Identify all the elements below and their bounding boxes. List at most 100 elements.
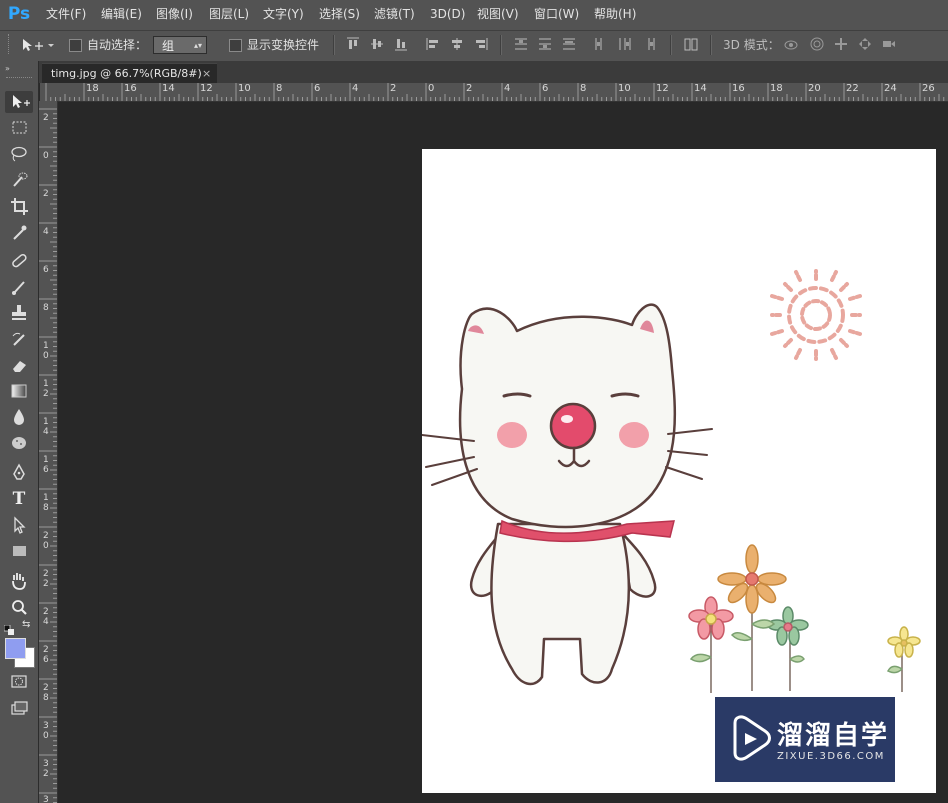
menu-layer[interactable]: 图层(L) [209, 0, 249, 28]
move-tool-preset-picker[interactable] [20, 36, 60, 54]
lasso-icon [11, 146, 27, 162]
flowers-drawing [688, 544, 921, 693]
3d-rotate-icon[interactable] [784, 37, 802, 51]
auto-select-dropdown[interactable]: 组 ▴▾ [153, 36, 207, 54]
3d-roll-icon[interactable] [810, 37, 828, 51]
auto-align-layers-icon[interactable] [684, 37, 698, 51]
history-brush-tool[interactable] [5, 328, 33, 350]
3d-mode-label: 3D 模式： [723, 38, 780, 52]
cat-drawing [458, 303, 677, 686]
options-separator [710, 35, 712, 55]
ruler-label: 34 [43, 795, 49, 803]
align-vcenter-icon[interactable] [370, 37, 384, 51]
shape-tool[interactable] [5, 540, 33, 562]
menu-image[interactable]: 图像(I) [156, 0, 193, 28]
document-tab[interactable]: timg.jpg @ 66.7%(RGB/8#) × [42, 63, 217, 84]
zoom-tool[interactable] [5, 596, 33, 618]
clone-stamp-tool[interactable] [5, 302, 33, 324]
align-hcenter-icon[interactable] [450, 37, 464, 51]
3d-scale-icon[interactable] [882, 37, 900, 51]
ruler-label: 10 [238, 83, 251, 94]
dodge-tool[interactable] [5, 432, 33, 454]
align-top-icon[interactable] [346, 37, 360, 51]
distribute-bottom-icon[interactable] [562, 37, 576, 51]
menu-help[interactable]: 帮助(H) [594, 0, 636, 28]
auto-select-checkbox[interactable] [69, 39, 82, 52]
ruler-vertical[interactable]: 2 0 2 4 6 8 10 12 14 16 18 20 22 24 26 2… [39, 101, 58, 803]
pen-tool[interactable] [5, 462, 33, 484]
distribute-top-icon[interactable] [514, 37, 528, 51]
distribute-vcenter-icon[interactable] [538, 37, 552, 51]
document-canvas[interactable]: 溜溜自学 ZIXUE.3D66.COM [422, 149, 936, 793]
gradient-tool[interactable] [5, 380, 33, 402]
menu-window[interactable]: 窗口(W) [534, 0, 579, 28]
menu-select[interactable]: 选择(S) [319, 0, 360, 28]
screen-mode-button[interactable] [5, 697, 33, 719]
menu-file[interactable]: 文件(F) [46, 0, 86, 28]
ruler-label: 28 [43, 683, 49, 703]
eraser-tool[interactable] [5, 354, 33, 376]
menu-view[interactable]: 视图(V) [477, 0, 519, 28]
ruler-label: 4 [504, 83, 511, 94]
crop-icon [11, 198, 28, 215]
ruler-label: 6 [314, 83, 321, 94]
default-colors-icon[interactable] [3, 620, 14, 635]
ruler-label: 18 [43, 493, 49, 513]
distribute-right-icon[interactable] [642, 37, 656, 51]
auto-select-label: 自动选择： [87, 38, 148, 52]
show-transform-checkbox[interactable] [229, 39, 242, 52]
menu-filter[interactable]: 滤镜(T) [374, 0, 415, 28]
align-bottom-icon[interactable] [394, 37, 408, 51]
ruler-label: 8 [43, 303, 49, 313]
ruler-label: 20 [808, 83, 821, 94]
ruler-horizontal[interactable]: 18 16 14 12 10 8 6 4 2 0 2 4 6 8 10 12 1… [40, 83, 948, 102]
quick-mask-button[interactable] [5, 671, 33, 693]
ruler-label: 2 [466, 83, 473, 94]
3d-pan-icon[interactable] [834, 37, 852, 51]
align-left-icon[interactable] [426, 37, 440, 51]
ruler-label: 18 [86, 83, 99, 94]
ruler-label: 10 [43, 341, 49, 361]
ruler-label: 0 [428, 83, 435, 94]
healing-brush-tool[interactable] [5, 250, 33, 272]
lasso-tool[interactable] [5, 143, 33, 165]
blur-tool[interactable] [5, 406, 33, 428]
ruler-label: 8 [276, 83, 283, 94]
menu-3d[interactable]: 3D(D) [430, 0, 465, 28]
foreground-color-swatch[interactable] [5, 638, 26, 659]
menu-edit[interactable]: 编辑(E) [101, 0, 142, 28]
ruler-label: 26 [43, 645, 49, 665]
distribute-left-icon[interactable] [594, 37, 608, 51]
distribute-hcenter-icon[interactable] [618, 37, 632, 51]
ruler-label: 0 [43, 151, 49, 161]
options-grip[interactable] [8, 34, 15, 54]
ruler-label: 4 [43, 227, 49, 237]
rectangle-icon [13, 546, 26, 556]
3d-slide-icon[interactable] [858, 37, 876, 51]
panel-grip[interactable] [6, 77, 32, 80]
ruler-label: 16 [124, 83, 137, 94]
brush-tool[interactable] [5, 276, 33, 298]
ruler-label: 30 [43, 721, 49, 741]
hand-tool[interactable] [5, 570, 33, 592]
path-selection-tool[interactable] [5, 514, 33, 536]
crop-tool[interactable] [5, 195, 33, 217]
align-right-icon[interactable] [474, 37, 488, 51]
quick-select-tool[interactable] [5, 169, 33, 191]
play-logo-icon [733, 715, 771, 761]
eraser-icon [13, 361, 26, 372]
ruler-label: 2 [43, 113, 49, 123]
photoshop-logo: Ps [7, 4, 31, 24]
close-icon[interactable]: × [202, 64, 211, 83]
collapse-arrows-icon[interactable]: » [5, 64, 10, 73]
type-t-icon: T [12, 489, 26, 509]
eyedropper-tool[interactable] [5, 221, 33, 243]
marquee-tool[interactable] [5, 117, 33, 139]
ruler-label: 12 [200, 83, 213, 94]
menu-type[interactable]: 文字(Y) [263, 0, 304, 28]
swap-colors-icon[interactable]: ⇆ [22, 619, 34, 631]
move-tool[interactable] [5, 91, 33, 113]
ruler-label: 22 [43, 569, 49, 589]
type-tool[interactable]: T [5, 488, 33, 510]
ruler-label: 12 [656, 83, 669, 94]
